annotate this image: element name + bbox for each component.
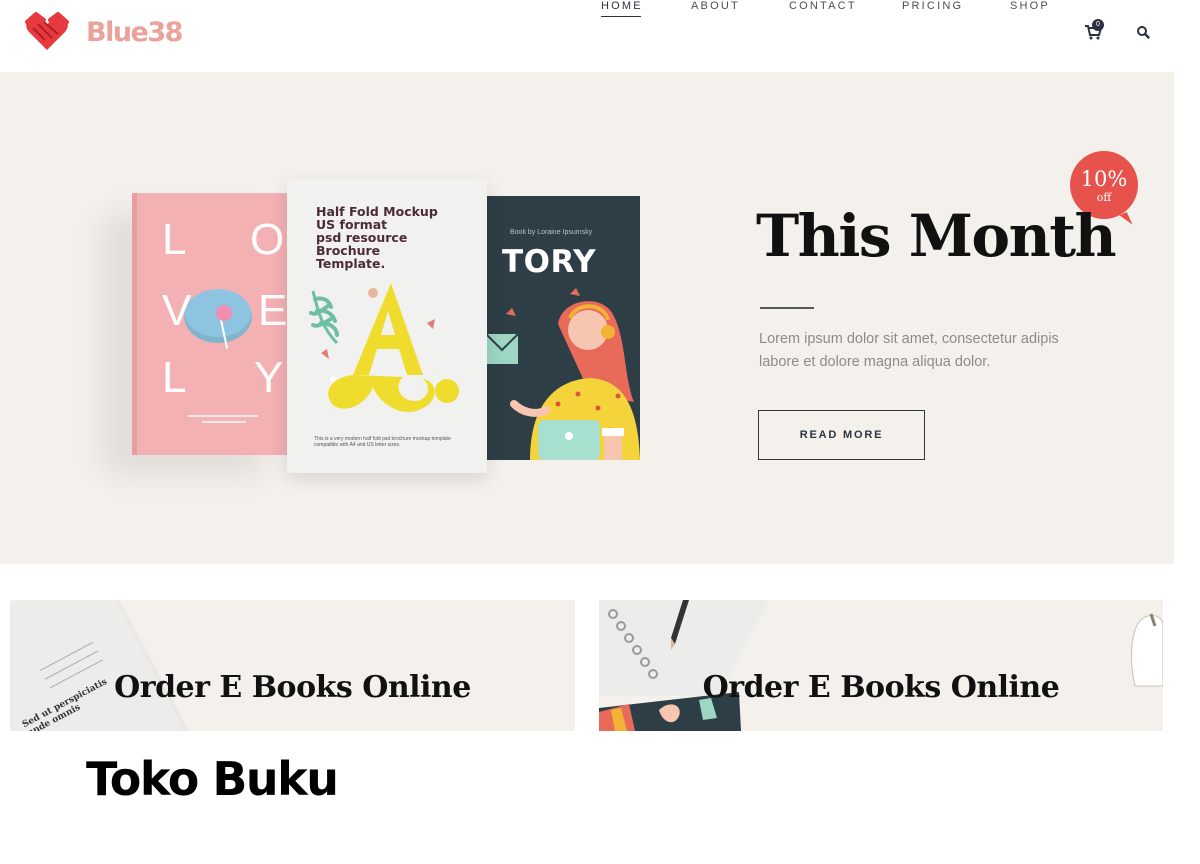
search-icon[interactable] <box>1136 25 1150 39</box>
book-byline: Book by Loraine Ipsumsky <box>510 229 593 236</box>
letter-a-illustration <box>309 283 459 413</box>
hero-section: L O V E L Y Book by Loraine Ipsumsky TOR… <box>0 72 1174 564</box>
book-cover-story: Book by Loraine Ipsumsky TORY <box>486 196 640 460</box>
hero-description: Lorem ipsum dolor sit amet, consectetur … <box>759 331 1059 370</box>
girl-with-headphones-illustration <box>486 288 640 460</box>
book-footnote: This is a very modern half fold psd broc… <box>314 436 451 448</box>
book-title: Half Fold Mockup US format psd resource … <box>316 204 438 271</box>
book-title: TORY <box>502 244 597 280</box>
nav-contact[interactable]: CONTACT <box>789 0 857 12</box>
cover-fine-print <box>202 421 246 423</box>
nav-home[interactable]: HOME <box>601 0 643 17</box>
hero-divider <box>760 307 814 309</box>
site-overlay-title: Toko Buku <box>86 752 339 806</box>
nav-about[interactable]: ABOUT <box>691 0 740 12</box>
read-more-button[interactable]: READ MORE <box>758 410 925 460</box>
cover-fine-print <box>188 415 258 417</box>
brand-logo[interactable]: Blue38 <box>24 12 183 52</box>
banner-title: Order E Books Online <box>114 670 471 705</box>
hero-title: This Month <box>756 202 1117 270</box>
nav-pricing[interactable]: PRICING <box>902 0 963 12</box>
cover-letter: L <box>162 215 187 264</box>
pin-illustration <box>216 305 232 321</box>
cover-letter: L <box>162 353 187 402</box>
book-cover-brochure: Half Fold Mockup US format psd resource … <box>287 179 487 473</box>
book-cover-lovely: L O V E L Y <box>132 193 294 455</box>
cover-letter: Y <box>254 353 284 402</box>
nav-shop[interactable]: SHOP <box>1010 0 1050 12</box>
cover-letter: O <box>250 215 285 264</box>
cover-letter: V <box>162 286 192 335</box>
heart-logo-icon <box>25 12 69 51</box>
promo-banner-ebooks[interactable]: Sed ut perspiciatis unde omnis Order E B… <box>10 600 575 731</box>
notebook-pencil-illustration <box>599 600 1163 731</box>
brochure-paper-illustration <box>10 600 185 731</box>
cover-letter: E <box>258 286 288 335</box>
discount-percent: 10% <box>1080 167 1128 191</box>
cart-count-badge: 0 <box>1092 19 1104 31</box>
brand-name: Blue38 <box>86 16 183 48</box>
site-header: Blue38 HOME ABOUT CONTACT PRICING SHOP 0 <box>0 0 1200 72</box>
banner-title: Order E Books Online <box>702 670 1060 705</box>
book-spine <box>132 193 137 455</box>
promo-banner-ebooks[interactable]: Order E Books Online <box>599 600 1163 731</box>
